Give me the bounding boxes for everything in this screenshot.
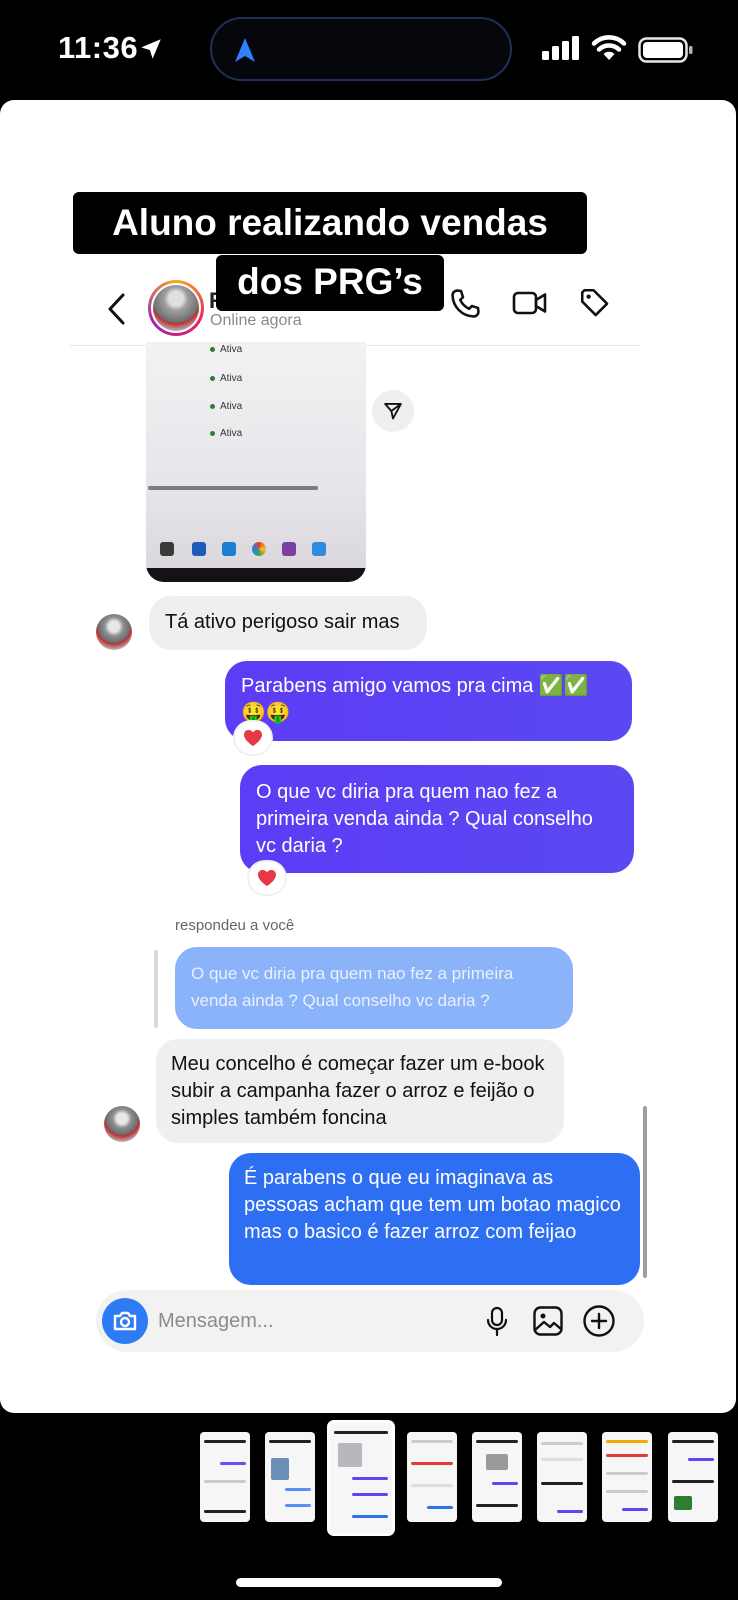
navigation-arrow-icon (235, 38, 255, 62)
message-received[interactable]: Meu concelho é começar fazer um e-book s… (156, 1039, 564, 1143)
story-thumbnail-active[interactable] (330, 1423, 392, 1533)
reaction-badge[interactable] (235, 722, 271, 754)
dock-app-icon (222, 542, 236, 556)
story-thumbnail[interactable] (472, 1432, 522, 1522)
send-icon (384, 403, 402, 420)
camera-icon (113, 1311, 137, 1331)
cellular-signal-icon (542, 36, 579, 60)
message-input[interactable]: Mensagem... (158, 1310, 274, 1333)
dock-app-icon (312, 542, 326, 556)
status-time: 11:36 (58, 30, 139, 65)
back-icon[interactable] (106, 292, 128, 326)
photo-divider-line (148, 486, 318, 490)
story-caption-line: dos PRG’s (216, 255, 444, 311)
avatar-border (151, 283, 201, 333)
contact-avatar-small[interactable] (96, 614, 132, 650)
reaction-badge[interactable] (249, 862, 285, 894)
avatar-image (153, 285, 199, 331)
photo-row-label: Ativa (209, 373, 243, 384)
story-card[interactable]: R Online agora Ativa Ativa Ativa Ativa (0, 100, 736, 1413)
photo-row-label: Ativa (209, 428, 243, 439)
message-composer[interactable]: Mensagem... (96, 1290, 644, 1352)
camera-button[interactable] (102, 1298, 148, 1344)
plus-icon[interactable] (582, 1304, 616, 1338)
contact-avatar[interactable] (148, 280, 204, 336)
story-thumbnail[interactable] (537, 1432, 587, 1522)
photo-dock (160, 542, 340, 560)
message-sent[interactable]: O que vc diria pra quem nao fez a primei… (240, 765, 634, 873)
story-thumbnail[interactable] (265, 1432, 315, 1522)
scrollbar[interactable] (643, 1106, 647, 1278)
story-caption-line: Aluno realizando vendas (73, 192, 587, 254)
photo-row-label: Ativa (209, 344, 243, 355)
location-arrow-icon (141, 39, 161, 59)
battery-icon (638, 37, 693, 63)
dock-app-icon (252, 542, 266, 556)
message-received[interactable]: Tá ativo perigoso sair mas (149, 596, 427, 650)
story-thumbnail[interactable] (200, 1432, 250, 1522)
story-thumbnail[interactable] (668, 1432, 718, 1522)
dock-app-icon (282, 542, 296, 556)
quote-indicator (154, 950, 158, 1028)
phone-icon[interactable] (448, 287, 482, 321)
replied-to-you-label: respondeu a você (175, 917, 295, 934)
share-button[interactable] (372, 390, 414, 432)
message-sent[interactable]: É parabens o que eu imaginava as pessoas… (229, 1153, 640, 1285)
video-call-icon[interactable] (512, 288, 548, 318)
story-thumbnail[interactable] (407, 1432, 457, 1522)
microphone-icon[interactable] (485, 1306, 509, 1338)
heart-icon (258, 869, 276, 887)
home-indicator[interactable] (236, 1578, 502, 1587)
quoted-message[interactable]: O que vc diria pra quem nao fez a primei… (175, 947, 573, 1029)
story-thumbnail[interactable] (602, 1432, 652, 1522)
message-sent[interactable]: Parabens amigo vamos pra cima ✅✅ 🤑🤑 (225, 661, 632, 741)
photo-row-label: Ativa (209, 401, 243, 412)
dock-app-icon (192, 542, 206, 556)
photo-edge (146, 568, 366, 582)
dynamic-island[interactable] (210, 17, 512, 81)
contact-avatar-small[interactable] (104, 1106, 140, 1142)
heart-icon (244, 729, 262, 747)
wifi-icon (591, 35, 627, 60)
dock-app-icon (160, 542, 174, 556)
gallery-icon[interactable] (532, 1305, 564, 1337)
online-status: Online agora (210, 312, 302, 329)
shared-photo[interactable]: Ativa Ativa Ativa Ativa (146, 342, 366, 582)
tag-icon[interactable] (578, 286, 612, 320)
